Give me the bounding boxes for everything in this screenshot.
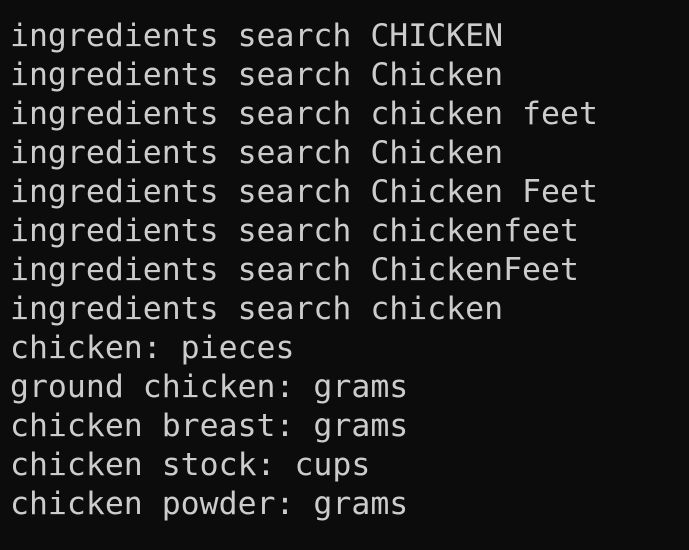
result-line: chicken breast: grams bbox=[10, 408, 409, 444]
result-line: chicken powder: grams bbox=[10, 486, 409, 522]
output-line: ingredients search ChickenFeet bbox=[10, 252, 579, 288]
output-line: ingredients search Chicken bbox=[10, 135, 504, 171]
output-line: ingredients search chicken bbox=[10, 291, 504, 327]
output-line: ingredients search chicken feet bbox=[10, 96, 598, 132]
output-line: ingredients search Chicken Feet bbox=[10, 174, 598, 210]
output-line: ingredients search Chicken bbox=[10, 57, 504, 93]
terminal-output[interactable]: ingredients search CHICKEN ingredients s… bbox=[0, 0, 689, 550]
output-line: ingredients search CHICKEN bbox=[10, 18, 504, 54]
output-line: ingredients search chickenfeet bbox=[10, 213, 579, 249]
result-line: chicken: pieces bbox=[10, 330, 295, 366]
result-line: chicken stock: cups bbox=[10, 447, 371, 483]
result-line: ground chicken: grams bbox=[10, 369, 409, 405]
